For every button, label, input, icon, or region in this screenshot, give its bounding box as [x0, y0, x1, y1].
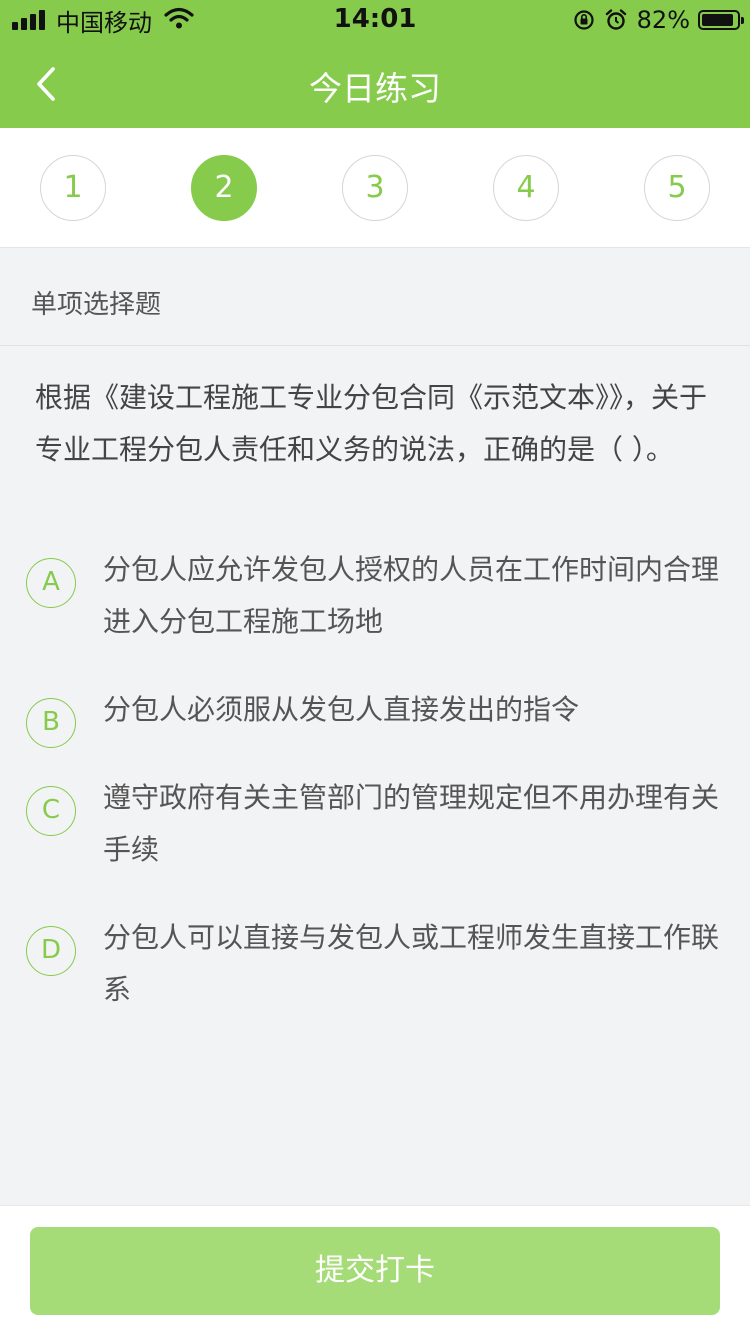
orientation-lock-icon: [573, 9, 595, 31]
question-type-header: 单项选择题: [0, 248, 750, 346]
alarm-icon: [605, 9, 627, 31]
option-letter: D: [26, 926, 76, 976]
battery-percent: 82%: [636, 6, 690, 34]
option-text: 遵守政府有关主管部门的管理规定但不用办理有关手续: [103, 781, 720, 866]
battery-icon: [698, 10, 744, 30]
step-5[interactable]: 5: [644, 155, 710, 221]
nav-bar: 今日练习: [0, 40, 750, 128]
option-letter: B: [26, 698, 76, 748]
page-title: 今日练习: [309, 69, 441, 108]
status-bar: 中国移动 14:01 82%: [0, 0, 750, 40]
option-text: 分包人应允许发包人授权的人员在工作时间内合理进入分包工程施工场地: [103, 553, 720, 638]
question-type-label: 单项选择题: [31, 290, 162, 320]
option-letter: A: [26, 558, 76, 608]
screen: 中国移动 14:01 82% 今日练习 1 2 3 4 5 单项选择题 根据《建…: [0, 0, 750, 1334]
option-text: 分包人可以直接与发包人或工程师发生直接工作联系: [103, 921, 720, 1006]
submit-checkin-button[interactable]: 提交打卡: [30, 1227, 720, 1315]
bottom-bar: 提交打卡: [0, 1205, 750, 1334]
step-1[interactable]: 1: [40, 155, 106, 221]
step-4[interactable]: 4: [493, 155, 559, 221]
step-3[interactable]: 3: [342, 155, 408, 221]
option-text: 分包人必须服从发包人直接发出的指令: [103, 693, 580, 726]
question-steps: 1 2 3 4 5: [0, 128, 750, 248]
question-text: 根据《建设工程施工专业分包合同《示范文本》》，关于专业工程分包人责任和义务的说法…: [35, 381, 708, 466]
step-2[interactable]: 2: [191, 155, 257, 221]
option-letter: C: [26, 786, 76, 836]
